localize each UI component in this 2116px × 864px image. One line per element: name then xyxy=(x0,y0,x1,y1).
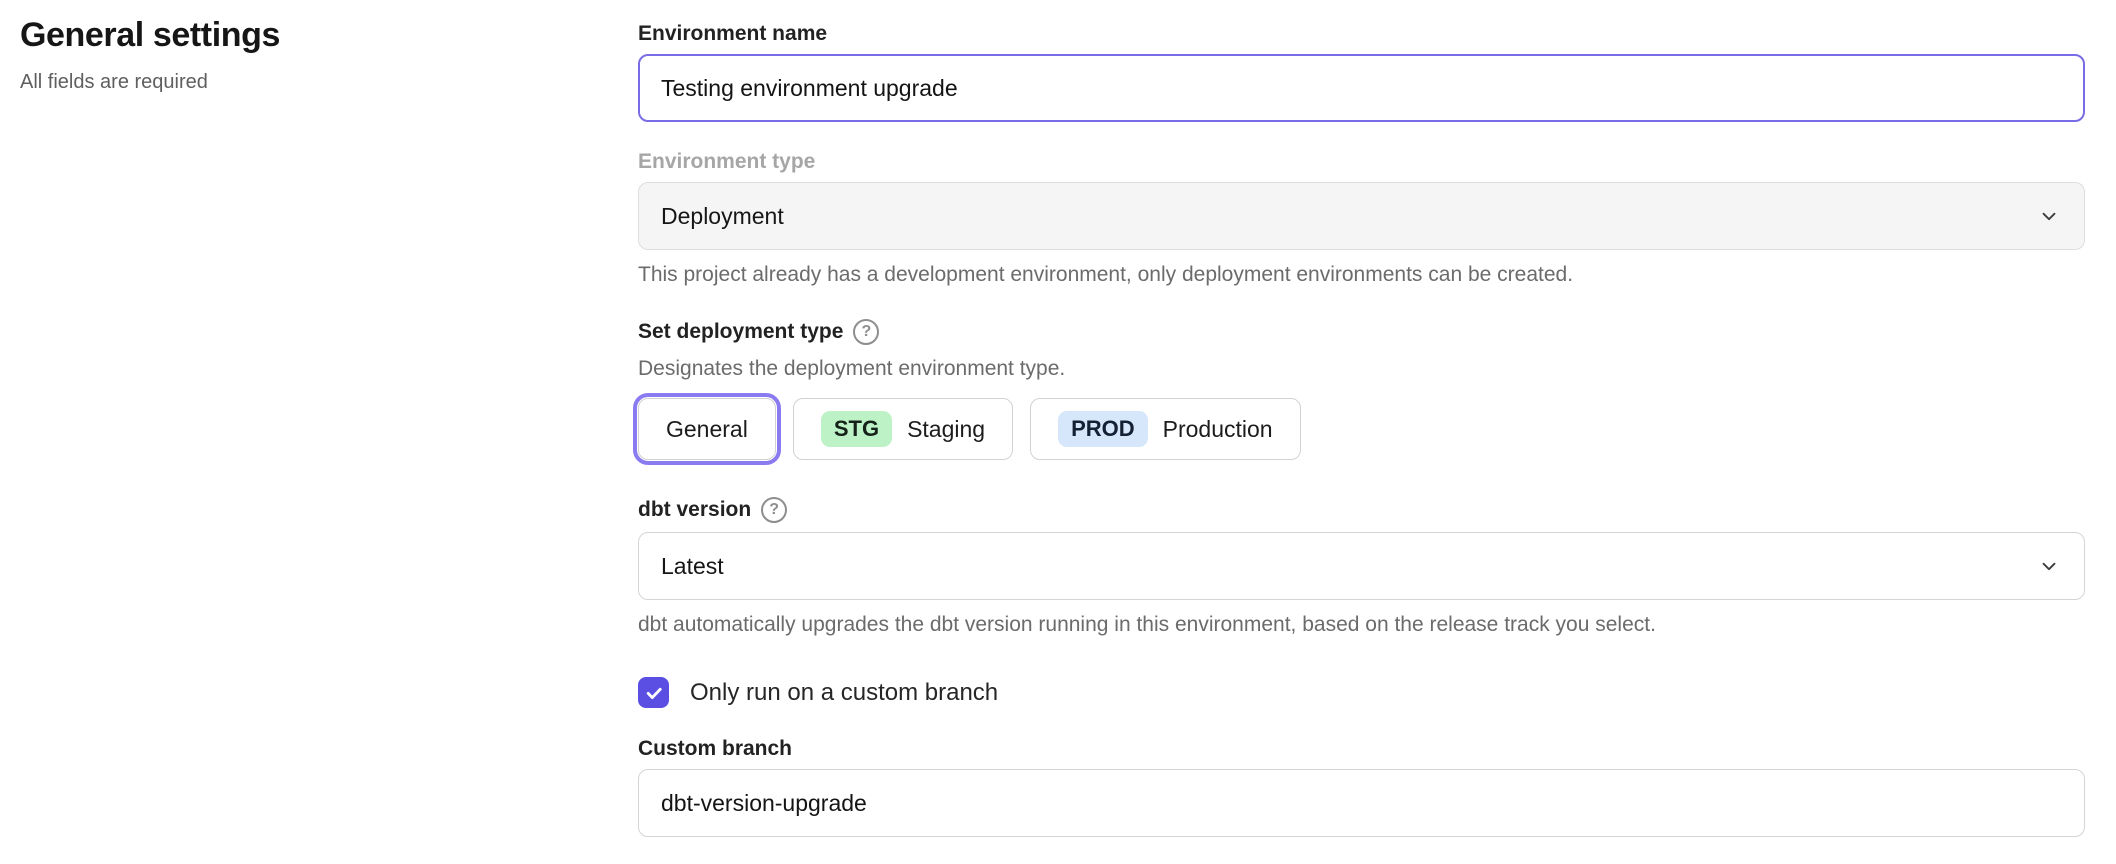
deployment-type-label: Set deployment type xyxy=(638,320,843,344)
help-icon[interactable]: ? xyxy=(761,497,787,523)
page-subtitle: All fields are required xyxy=(20,71,580,94)
dbt-version-helper: dbt automatically upgrades the dbt versi… xyxy=(638,613,2085,637)
custom-branch-label: Custom branch xyxy=(638,737,2085,761)
checkbox-checked-icon[interactable] xyxy=(638,677,669,708)
dbt-version-select[interactable]: Latest xyxy=(638,532,2085,600)
settings-intro: General settings All fields are required xyxy=(20,16,580,94)
deployment-type-staging-button[interactable]: STG Staging xyxy=(793,398,1013,460)
custom-branch-checkbox-row[interactable]: Only run on a custom branch xyxy=(638,677,2085,708)
deployment-type-staging-label: Staging xyxy=(907,416,985,443)
help-icon[interactable]: ? xyxy=(853,319,879,345)
chevron-down-icon xyxy=(2038,205,2060,227)
environment-type-label: Environment type xyxy=(638,150,2085,174)
environment-type-helper: This project already has a development e… xyxy=(638,263,2085,287)
dbt-version-label: dbt version xyxy=(638,498,751,522)
deployment-type-general-button[interactable]: General xyxy=(638,398,776,460)
environment-name-input[interactable] xyxy=(638,54,2085,122)
deployment-type-general-label: General xyxy=(666,416,748,443)
deployment-type-production-label: Production xyxy=(1163,416,1273,443)
environment-general-settings-page: General settings All fields are required… xyxy=(0,0,2116,864)
environment-type-value: Deployment xyxy=(661,203,784,230)
dbt-version-value: Latest xyxy=(661,553,724,580)
deployment-type-description: Designates the deployment environment ty… xyxy=(638,357,2085,381)
chevron-down-icon xyxy=(2038,555,2060,577)
settings-form: Environment name Environment type Deploy… xyxy=(638,22,2085,837)
production-badge: PROD xyxy=(1058,411,1148,447)
deployment-type-production-button[interactable]: PROD Production xyxy=(1030,398,1301,460)
deployment-type-options: General STG Staging PROD Production xyxy=(638,398,2085,460)
custom-branch-checkbox-label: Only run on a custom branch xyxy=(690,679,998,707)
environment-type-select[interactable]: Deployment xyxy=(638,182,2085,250)
environment-name-label: Environment name xyxy=(638,22,2085,46)
staging-badge: STG xyxy=(821,411,892,447)
page-title: General settings xyxy=(20,16,580,55)
deployment-type-label-row: Set deployment type ? xyxy=(638,319,2085,345)
custom-branch-input[interactable] xyxy=(638,769,2085,837)
dbt-version-label-row: dbt version ? xyxy=(638,497,2085,523)
